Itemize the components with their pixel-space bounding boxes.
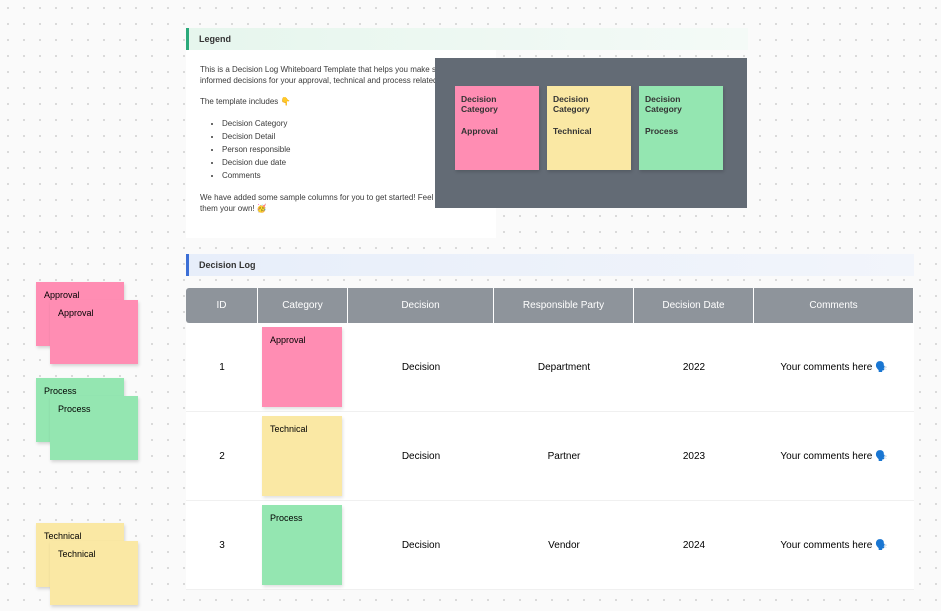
category-sticky-approval[interactable]: Approval <box>262 327 342 407</box>
legend-title: Legend <box>186 28 748 50</box>
cell-decision[interactable]: Decision <box>348 323 494 412</box>
category-panel: Decision Category Approval Decision Cate… <box>435 58 747 208</box>
category-sticky-technical[interactable]: Technical <box>262 416 342 496</box>
cell-date[interactable]: 2024 <box>634 501 754 590</box>
sticky-category-name: Approval <box>461 126 533 136</box>
column-header-id: ID <box>186 288 258 323</box>
cell-date[interactable]: 2022 <box>634 323 754 412</box>
sticky-category-label: Decision Category <box>553 94 625 114</box>
cell-category[interactable]: Approval <box>258 323 348 412</box>
cell-comments[interactable]: Your comments here 🗣️ <box>754 501 914 590</box>
sticky-process[interactable]: Decision Category Process <box>639 86 723 170</box>
cell-category[interactable]: Process <box>258 501 348 590</box>
cell-party[interactable]: Vendor <box>494 501 634 590</box>
sticky-category-label: Decision Category <box>461 94 533 114</box>
sticky-category-label: Decision Category <box>645 94 717 114</box>
cell-id[interactable]: 3 <box>186 501 258 590</box>
sticky-category-name: Process <box>645 126 717 136</box>
column-header-party: Responsible Party <box>494 288 634 323</box>
cell-date[interactable]: 2023 <box>634 412 754 501</box>
decision-log-title: Decision Log <box>186 254 914 276</box>
cell-id[interactable]: 2 <box>186 412 258 501</box>
cell-id[interactable]: 1 <box>186 323 258 412</box>
decision-log-section: Decision Log ID Category Decision Respon… <box>186 254 914 590</box>
sticky-front[interactable]: Technical <box>50 541 138 605</box>
sticky-front[interactable]: Approval <box>50 300 138 364</box>
column-header-category: Category <box>258 288 348 323</box>
cell-comments[interactable]: Your comments here 🗣️ <box>754 323 914 412</box>
decision-log-table: ID Category Decision Responsible Party D… <box>186 288 914 590</box>
sticky-approval[interactable]: Decision Category Approval <box>455 86 539 170</box>
column-header-date: Decision Date <box>634 288 754 323</box>
cell-decision[interactable]: Decision <box>348 412 494 501</box>
column-header-decision: Decision <box>348 288 494 323</box>
cell-decision[interactable]: Decision <box>348 501 494 590</box>
cell-category[interactable]: Technical <box>258 412 348 501</box>
sticky-front[interactable]: Process <box>50 396 138 460</box>
cell-comments[interactable]: Your comments here 🗣️ <box>754 412 914 501</box>
sticky-technical[interactable]: Decision Category Technical <box>547 86 631 170</box>
sticky-category-name: Technical <box>553 126 625 136</box>
column-header-comments: Comments <box>754 288 914 323</box>
category-sticky-process[interactable]: Process <box>262 505 342 585</box>
cell-party[interactable]: Partner <box>494 412 634 501</box>
cell-party[interactable]: Department <box>494 323 634 412</box>
